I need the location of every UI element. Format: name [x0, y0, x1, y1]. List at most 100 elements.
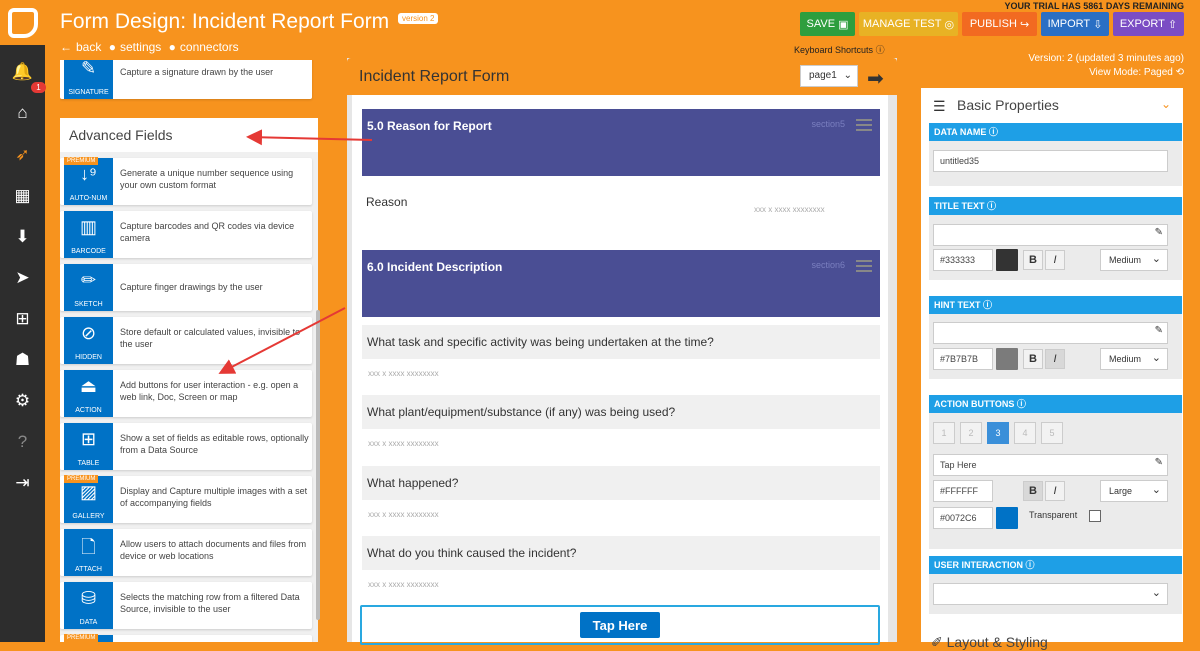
- section-5[interactable]: 5.0 Reason for Report section5: [362, 109, 880, 176]
- help-icon[interactable]: ?: [0, 422, 45, 462]
- palette-scrollbar[interactable]: [316, 310, 320, 620]
- repeat-icon: ⟲: [1175, 67, 1184, 78]
- field-attach[interactable]: 🗋 ATTACH Allow users to attach documents …: [60, 529, 312, 576]
- button-italic-toggle[interactable]: I: [1045, 481, 1065, 501]
- button-count-2[interactable]: 2: [960, 422, 982, 444]
- field-barcode[interactable]: ▥ BARCODE Capture barcodes and QR codes v…: [60, 211, 312, 258]
- hint-color-input[interactable]: #7B7B7B: [933, 348, 993, 370]
- button-bg-color-swatch[interactable]: [996, 507, 1018, 529]
- eye-slash-icon: ⊘ HIDDEN: [64, 317, 113, 364]
- question-what-happened[interactable]: What happened?: [362, 466, 880, 500]
- hint-size-select[interactable]: Medium: [1100, 348, 1168, 370]
- breadcrumb: ← back ● settings ● connectors: [60, 40, 239, 54]
- title-italic-toggle[interactable]: I: [1045, 250, 1065, 270]
- back-arrow-icon[interactable]: ←: [60, 40, 72, 54]
- field-signature[interactable]: ✎ SIGNATURE Capture a signature drawn by …: [60, 60, 312, 99]
- layout-styling-header[interactable]: ✐ Layout & Styling: [931, 634, 1048, 651]
- menu-icon[interactable]: [856, 257, 872, 275]
- crumb-connectors[interactable]: connectors: [180, 40, 239, 54]
- reason-field-label[interactable]: Reason: [366, 195, 407, 209]
- view-mode-toggle[interactable]: View Mode: Paged ⟲: [1028, 66, 1184, 80]
- question-icon: ⓘ: [1016, 399, 1026, 409]
- menu-icon[interactable]: [856, 116, 872, 134]
- advanced-fields-header[interactable]: Advanced Fields: [60, 118, 318, 152]
- pencil-icon: ✎: [1154, 325, 1163, 336]
- title-text-input[interactable]: ✎: [933, 224, 1168, 246]
- hint-text-input[interactable]: ✎: [933, 322, 1168, 344]
- manage-test-button[interactable]: MANAGE TEST ◎: [859, 12, 958, 36]
- gears-icon[interactable]: ⚙: [0, 381, 45, 421]
- field-sketch[interactable]: ✏ SKETCH Capture finger drawings by the u…: [60, 264, 312, 311]
- button-count-3[interactable]: 3: [987, 422, 1009, 444]
- keyboard-shortcuts-link[interactable]: Keyboard Shortcuts ⓘ: [794, 43, 885, 56]
- data-name-input[interactable]: untitled35: [933, 150, 1168, 172]
- publish-button[interactable]: PUBLISH ↪: [962, 12, 1037, 36]
- title-size-select[interactable]: Medium: [1100, 249, 1168, 271]
- rocket-icon[interactable]: ➶: [0, 135, 45, 175]
- button-count-4[interactable]: 4: [1014, 422, 1036, 444]
- title-bold-toggle[interactable]: B: [1023, 250, 1043, 270]
- user-interaction-select[interactable]: [933, 583, 1168, 605]
- field-premium-next[interactable]: PREMIUM: [60, 634, 312, 642]
- left-nav: 🔔 1 ⌂ ➶ ▦ ⬇ ➤ ⊞ ☗ ⚙ ? ⇥: [0, 0, 46, 642]
- field-hidden[interactable]: ⊘ HIDDEN Store default or calculated valu…: [60, 317, 312, 364]
- import-button[interactable]: IMPORT ⇩: [1041, 12, 1109, 36]
- question-icon: ⓘ: [983, 300, 993, 310]
- users-icon[interactable]: ☗: [0, 340, 45, 380]
- app-logo[interactable]: [0, 0, 45, 45]
- question-equipment[interactable]: What plant/equipment/substance (if any) …: [362, 395, 880, 429]
- save-button[interactable]: SAVE ▣: [800, 12, 855, 36]
- export-button[interactable]: EXPORT ⇧: [1113, 12, 1184, 36]
- question-task[interactable]: What task and specific activity was bein…: [362, 325, 880, 359]
- button-bold-toggle[interactable]: B: [1023, 481, 1043, 501]
- send-icon[interactable]: ➤: [0, 258, 45, 298]
- field-hint: xxx x xxxx xxxxxxxx: [754, 205, 825, 214]
- table-icon: ⊞ TABLE: [64, 423, 113, 470]
- field-data[interactable]: ⛁ DATA Selects the matching row from a fi…: [60, 582, 312, 629]
- hint-color-swatch[interactable]: [996, 348, 1018, 370]
- chevron-down-icon[interactable]: ⌄: [1161, 97, 1171, 111]
- logout-icon[interactable]: ⇥: [0, 463, 45, 503]
- question-icon: ⓘ: [988, 127, 998, 137]
- button-bg-color-input[interactable]: #0072C6: [933, 507, 993, 529]
- hint-text-label: HINT TEXT ⓘ: [929, 296, 1182, 314]
- button-text-input[interactable]: Tap Here ✎: [933, 454, 1168, 476]
- hint-bold-toggle[interactable]: B: [1023, 349, 1043, 369]
- form-header: Incident Report Form page1 ⌄ ➡: [347, 58, 897, 95]
- properties-panel: ☰ Basic Properties ⌄ DATA NAME ⓘ untitle…: [921, 88, 1183, 650]
- data-name-label: DATA NAME ⓘ: [929, 123, 1182, 141]
- crumb-settings[interactable]: settings: [120, 40, 161, 54]
- page-title: Form Design: Incident Report Form: [60, 10, 390, 33]
- section-6[interactable]: 6.0 Incident Description section6: [362, 250, 880, 317]
- title-color-swatch[interactable]: [996, 249, 1018, 271]
- button-text-color-input[interactable]: #FFFFFF: [933, 480, 993, 502]
- form-body: 5.0 Reason for Report section5 Reason xx…: [352, 95, 888, 645]
- form-canvas: Incident Report Form page1 ⌄ ➡ 5.0 Reason…: [347, 58, 897, 645]
- field-action[interactable]: ⏏ ACTION Add buttons for user interaction…: [60, 370, 312, 417]
- question-icon: ⓘ: [987, 201, 997, 211]
- action-field-selected[interactable]: Tap Here: [360, 605, 880, 645]
- button-count-5[interactable]: 5: [1041, 422, 1063, 444]
- field-hint: xxx x xxxx xxxxxxxx: [368, 510, 439, 519]
- title-color-input[interactable]: #333333: [933, 249, 993, 271]
- button-size-select[interactable]: Large: [1100, 480, 1168, 502]
- home-icon[interactable]: ⌂: [0, 93, 45, 133]
- page-select[interactable]: page1 ⌄: [800, 65, 858, 87]
- question-cause[interactable]: What do you think caused the incident?: [362, 536, 880, 570]
- crumb-back[interactable]: back: [76, 40, 101, 54]
- arrow-right-icon[interactable]: ➡: [867, 66, 884, 91]
- download-icon[interactable]: ⬇: [0, 217, 45, 257]
- transparent-checkbox[interactable]: [1089, 510, 1101, 522]
- user-interaction-label: USER INTERACTION ⓘ: [929, 556, 1182, 574]
- premium-badge: PREMIUM: [64, 634, 99, 642]
- hint-italic-toggle[interactable]: I: [1045, 349, 1065, 369]
- field-table[interactable]: ⊞ TABLE Show a set of fields as editable …: [60, 423, 312, 470]
- premium-badge: PREMIUM: [64, 475, 99, 483]
- grid-icon[interactable]: ▦: [0, 176, 45, 216]
- button-count-1[interactable]: 1: [933, 422, 955, 444]
- premium-badge: PREMIUM: [64, 157, 99, 165]
- field-auto-num[interactable]: PREMIUM ↓⁹ AUTO-NUM Generate a unique num…: [60, 157, 312, 205]
- hierarchy-icon[interactable]: ⊞: [0, 299, 45, 339]
- tap-here-button[interactable]: Tap Here: [580, 612, 660, 638]
- field-gallery[interactable]: PREMIUM ▨ GALLERY Display and Capture mul…: [60, 475, 312, 523]
